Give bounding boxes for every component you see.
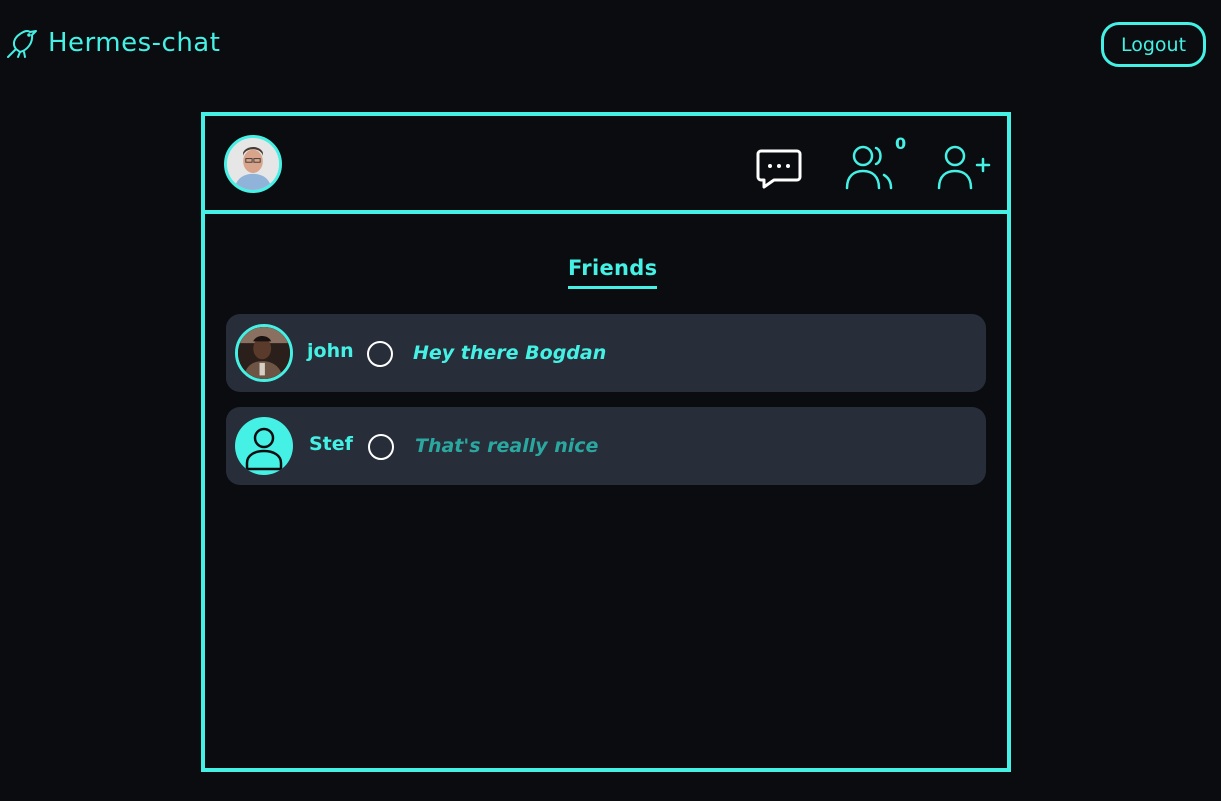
- app-title: Hermes-chat: [48, 28, 221, 58]
- friends-icon[interactable]: [845, 144, 899, 190]
- friend-photo: [238, 327, 290, 379]
- friend-avatar: [235, 324, 293, 382]
- last-message: Hey there Bogdan: [413, 342, 607, 364]
- default-user-icon: [235, 417, 293, 475]
- friend-list: john Hey there Bogdan Stef That's really…: [226, 314, 986, 500]
- user-avatar[interactable]: [224, 135, 282, 193]
- friend-row-stef[interactable]: Stef That's really nice: [226, 407, 986, 485]
- logout-button[interactable]: Logout: [1101, 22, 1206, 67]
- friend-name: Stef: [309, 433, 353, 455]
- chat-panel: 0 Friends john Hey there Bogdan Stef Tha…: [201, 112, 1011, 772]
- status-indicator: [367, 341, 393, 367]
- status-indicator: [368, 434, 394, 460]
- user-photo: [227, 138, 279, 190]
- friend-name: john: [307, 340, 354, 362]
- last-message: That's really nice: [415, 435, 599, 457]
- panel-header: 0: [205, 116, 1007, 214]
- add-friend-icon[interactable]: [937, 144, 991, 190]
- chat-bubble-icon[interactable]: [756, 147, 802, 189]
- tab-friends[interactable]: Friends: [568, 256, 658, 289]
- bird-icon: [7, 29, 37, 58]
- brand[interactable]: Hermes-chat: [6, 26, 220, 60]
- friend-row-john[interactable]: john Hey there Bogdan: [226, 314, 986, 392]
- friend-requests-badge: 0: [895, 134, 907, 153]
